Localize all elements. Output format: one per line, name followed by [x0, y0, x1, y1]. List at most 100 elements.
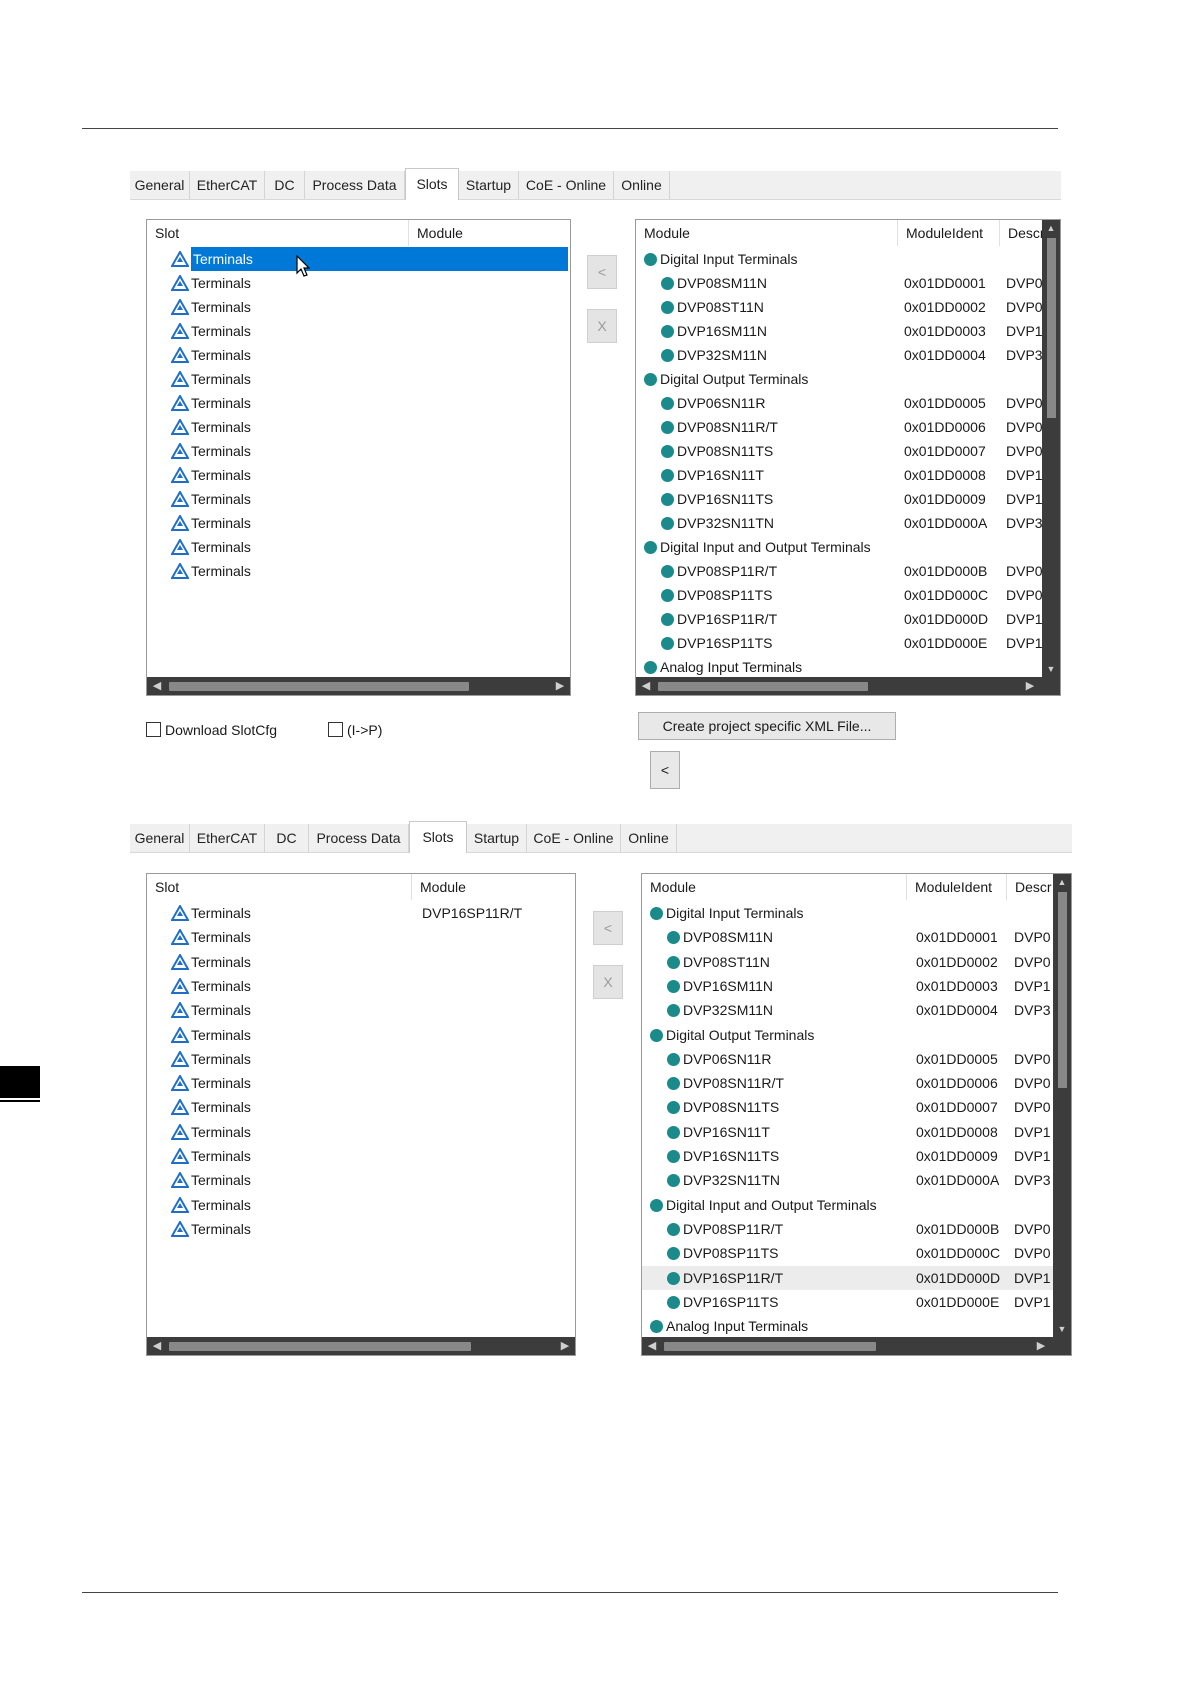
- slot-row[interactable]: Terminals: [147, 974, 575, 998]
- module-row[interactable]: DVP16SP11R/T 0x01DD000D DVP16: [636, 607, 1042, 631]
- module-row[interactable]: DVP32SN11TN 0x01DD000A DVP32: [642, 1168, 1053, 1192]
- module-group-row[interactable]: Digital Output Terminals: [636, 367, 1042, 391]
- back-button[interactable]: <: [650, 751, 680, 789]
- module-group-row[interactable]: Digital Input Terminals: [636, 247, 1042, 271]
- remove-module-button[interactable]: X: [593, 965, 623, 999]
- slot-list[interactable]: Slot Module Terminals Terminals Terminals T…: [146, 219, 571, 696]
- slot-row[interactable]: Terminals: [147, 1168, 575, 1192]
- horizontal-scrollbar[interactable]: ◀ ▶: [147, 1337, 575, 1355]
- module-row[interactable]: DVP08SP11R/T 0x01DD000B DVP08: [642, 1217, 1053, 1241]
- slot-row[interactable]: Terminals: [147, 463, 570, 487]
- scroll-down-icon[interactable]: ▼: [1053, 1321, 1071, 1337]
- column-header-module[interactable]: Module: [642, 874, 907, 900]
- column-header-module[interactable]: Module: [412, 874, 575, 900]
- slot-row[interactable]: Terminals: [147, 1193, 575, 1217]
- slot-row[interactable]: Terminals: [147, 1120, 575, 1144]
- scroll-thumb[interactable]: [664, 1342, 876, 1351]
- scroll-right-icon[interactable]: ▶: [552, 677, 568, 695]
- module-row[interactable]: DVP08SP11R/T 0x01DD000B DVP08: [636, 559, 1042, 583]
- module-row[interactable]: DVP08SM11N 0x01DD0001 DVP08: [642, 925, 1053, 949]
- module-group-row[interactable]: Digital Input and Output Terminals: [636, 535, 1042, 559]
- remove-module-button[interactable]: X: [587, 309, 617, 343]
- slot-row[interactable]: Terminals: [147, 535, 570, 559]
- slot-row[interactable]: Terminals: [147, 559, 570, 583]
- module-row[interactable]: DVP16SM11N 0x01DD0003 DVP16: [636, 319, 1042, 343]
- slot-row[interactable]: Terminals: [147, 319, 570, 343]
- module-list[interactable]: Module ModuleIdent Descr Digital Input T…: [635, 219, 1061, 696]
- tab-slots[interactable]: Slots: [409, 821, 467, 853]
- tab-process-data[interactable]: Process Data: [305, 171, 405, 199]
- column-header-moduleident[interactable]: ModuleIdent: [898, 220, 1000, 246]
- slot-row[interactable]: Terminals: [147, 343, 570, 367]
- scroll-thumb[interactable]: [1058, 892, 1067, 1088]
- horizontal-scrollbar[interactable]: ◀ ▶: [147, 677, 570, 695]
- slot-row[interactable]: Terminals: [147, 415, 570, 439]
- module-row[interactable]: DVP08SN11R/T 0x01DD0006 DVP08: [636, 415, 1042, 439]
- scroll-right-icon[interactable]: ▶: [557, 1337, 573, 1355]
- slot-row[interactable]: Terminals: [147, 1047, 575, 1071]
- scroll-right-icon[interactable]: ▶: [1033, 1337, 1049, 1355]
- slot-row[interactable]: Terminals: [147, 271, 570, 295]
- scroll-left-icon[interactable]: ◀: [644, 1337, 660, 1355]
- module-row[interactable]: DVP16SN11TS 0x01DD0009 DVP16: [642, 1144, 1053, 1168]
- slot-row[interactable]: Terminals: [147, 247, 570, 271]
- module-group-row[interactable]: Analog Input Terminals: [636, 655, 1042, 679]
- module-row[interactable]: DVP08SN11R/T 0x01DD0006 DVP08: [642, 1071, 1053, 1095]
- insert-module-button[interactable]: <: [593, 911, 623, 945]
- scroll-down-icon[interactable]: ▼: [1042, 661, 1060, 677]
- module-row[interactable]: DVP16SN11T 0x01DD0008 DVP16: [642, 1120, 1053, 1144]
- tab-coe-online[interactable]: CoE - Online: [519, 171, 614, 199]
- slot-row[interactable]: Terminals: [147, 998, 575, 1022]
- horizontal-scrollbar[interactable]: ◀ ▶: [642, 1337, 1071, 1355]
- scroll-left-icon[interactable]: ◀: [149, 1337, 165, 1355]
- slot-row[interactable]: Terminals: [147, 487, 570, 511]
- module-group-row[interactable]: Digital Input and Output Terminals: [642, 1193, 1053, 1217]
- slot-list[interactable]: Slot Module Terminals DVP16SP11R/T Termina…: [146, 873, 576, 1356]
- download-slotcfg-checkbox[interactable]: Download SlotCfg: [146, 721, 277, 739]
- insert-module-button[interactable]: <: [587, 255, 617, 289]
- module-row[interactable]: DVP16SM11N 0x01DD0003 DVP16: [642, 974, 1053, 998]
- tab-general[interactable]: General: [130, 824, 190, 852]
- scroll-left-icon[interactable]: ◀: [149, 677, 165, 695]
- slot-row[interactable]: Terminals: [147, 925, 575, 949]
- module-row[interactable]: DVP08SN11TS 0x01DD0007 DVP08: [636, 439, 1042, 463]
- module-group-row[interactable]: Analog Input Terminals: [642, 1314, 1053, 1338]
- column-header-module[interactable]: Module: [636, 220, 898, 246]
- module-row[interactable]: DVP32SM11N 0x01DD0004 DVP32: [636, 343, 1042, 367]
- tab-ethercat[interactable]: EtherCAT: [190, 171, 265, 199]
- scroll-right-icon[interactable]: ▶: [1022, 677, 1038, 695]
- slot-row[interactable]: Terminals: [147, 1217, 575, 1241]
- scroll-thumb[interactable]: [658, 682, 868, 691]
- module-row[interactable]: DVP08SM11N 0x01DD0001 DVP08: [636, 271, 1042, 295]
- column-header-slot[interactable]: Slot: [147, 874, 412, 900]
- slot-row[interactable]: Terminals: [147, 391, 570, 415]
- slot-row[interactable]: Terminals: [147, 1144, 575, 1168]
- column-header-descr[interactable]: Descr: [1000, 220, 1044, 246]
- module-row[interactable]: DVP16SP11TS 0x01DD000E DVP16: [642, 1290, 1053, 1314]
- module-row[interactable]: DVP06SN11R 0x01DD0005 DVP06: [642, 1047, 1053, 1071]
- slot-row[interactable]: Terminals: [147, 511, 570, 535]
- create-xml-button[interactable]: Create project specific XML File...: [638, 712, 896, 740]
- scroll-up-icon[interactable]: ▲: [1053, 874, 1071, 890]
- tab-startup[interactable]: Startup: [467, 824, 527, 852]
- scroll-thumb[interactable]: [1047, 238, 1056, 418]
- tab-ethercat[interactable]: EtherCAT: [190, 824, 265, 852]
- scroll-thumb[interactable]: [169, 1342, 471, 1351]
- module-row[interactable]: DVP16SN11TS 0x01DD0009 DVP16: [636, 487, 1042, 511]
- scroll-left-icon[interactable]: ◀: [638, 677, 654, 695]
- module-row[interactable]: DVP06SN11R 0x01DD0005 DVP06: [636, 391, 1042, 415]
- slot-row[interactable]: Terminals: [147, 1071, 575, 1095]
- slot-row[interactable]: Terminals: [147, 295, 570, 319]
- tab-general[interactable]: General: [130, 171, 190, 199]
- tab-coe-online[interactable]: CoE - Online: [527, 824, 621, 852]
- module-list[interactable]: Module ModuleIdent Descr Digital Input T…: [641, 873, 1072, 1356]
- slot-row[interactable]: Terminals: [147, 1023, 575, 1047]
- module-row[interactable]: DVP08SP11TS 0x01DD000C DVP08: [636, 583, 1042, 607]
- vertical-scrollbar[interactable]: ▲ ▼: [1053, 874, 1071, 1337]
- tab-online[interactable]: Online: [621, 824, 677, 852]
- tab-online[interactable]: Online: [614, 171, 670, 199]
- tab-dc[interactable]: DC: [265, 824, 309, 852]
- vertical-scrollbar[interactable]: ▲ ▼: [1042, 220, 1060, 677]
- slot-row[interactable]: Terminals: [147, 439, 570, 463]
- module-row[interactable]: DVP32SM11N 0x01DD0004 DVP32: [642, 998, 1053, 1022]
